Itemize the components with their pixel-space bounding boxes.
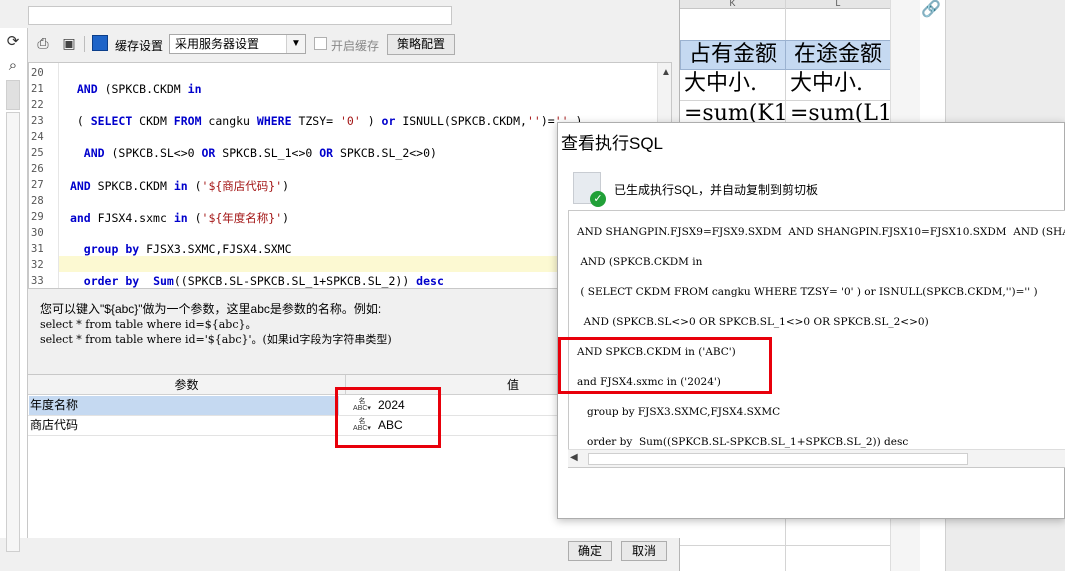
grid-line <box>680 545 890 546</box>
grid-line <box>680 100 890 101</box>
param-name: 商店代码 <box>30 418 79 432</box>
scroll-thumb[interactable] <box>6 80 20 110</box>
strategy-config-button[interactable]: 策略配置 <box>387 34 455 55</box>
parameter-hint-example-1: select * from table where id=${abc}。 <box>40 318 257 331</box>
sql-line: order by Sum((SPKCB.SL-SPKCB.SL_1+SPKCB.… <box>577 436 909 448</box>
code-line: order by Sum((SPKCB.SL-SPKCB.SL_1+SPKCB.… <box>83 274 444 288</box>
success-message: 已生成执行SQL，并自动复制到剪切板 <box>614 183 819 197</box>
refresh-icon[interactable]: ⟳ <box>2 32 24 52</box>
scroll-left-icon[interactable]: ◀ <box>570 452 578 463</box>
scroll-track[interactable] <box>6 112 20 552</box>
toolbar-separator <box>84 36 85 52</box>
line-number: 21 <box>31 83 44 95</box>
left-tool-strip: ⟳ ⌕ <box>0 28 28 552</box>
code-line: and FJSX4.sxmc in ('${年度名称}') <box>69 211 290 225</box>
sql-line: AND SHANGPIN.FJSX9=FJSX9.SXDM AND SHANGP… <box>577 226 1065 238</box>
save-icon[interactable]: ▣ <box>60 33 78 53</box>
search-icon[interactable]: ⌕ <box>2 56 24 76</box>
view-sql-dialog: 查看执行SQL ✓ 已生成执行SQL，并自动复制到剪切板 AND SHANGPI… <box>557 122 1065 519</box>
highlight-box <box>335 387 441 448</box>
link-icon[interactable]: 🔗 <box>918 0 944 22</box>
sql-line: ( SELECT CKDM FROM cangku WHERE TZSY= '0… <box>577 286 1038 298</box>
cache-mode-value: 采用服务器设置 <box>175 37 260 51</box>
sql-line: AND (SPKCB.SL<>0 OR SPKCB.SL_1<>0 OR SPK… <box>577 316 929 328</box>
line-number: 32 <box>31 259 44 271</box>
code-line: AND (SPKCB.CKDM in <box>76 82 202 96</box>
param-column-header[interactable]: 参数 <box>28 375 346 395</box>
cell-header-l[interactable]: 在途金额 <box>785 40 891 70</box>
line-number: 33 <box>31 275 44 287</box>
line-number: 31 <box>31 243 44 255</box>
line-number: 23 <box>31 115 44 127</box>
line-number: 25 <box>31 147 44 159</box>
success-icon: ✓ <box>573 172 606 207</box>
column-header-l[interactable]: L <box>786 0 890 9</box>
highlight-box <box>558 337 772 394</box>
line-number: 28 <box>31 195 44 207</box>
enable-cache-label: 开启缓存 <box>331 39 380 53</box>
param-name: 年度名称 <box>29 396 339 415</box>
parameter-hint-example-2: select * from table where id='${abc}'。(如… <box>40 333 392 346</box>
cache-settings-label: 缓存设置 <box>115 39 164 53</box>
cell-header-k[interactable]: 占有金额 <box>680 40 786 70</box>
dataset-name-input[interactable] <box>28 6 452 25</box>
code-line: ( SELECT CKDM FROM cangku WHERE TZSY= '0… <box>63 114 583 128</box>
cancel-button[interactable]: 取消 <box>621 541 667 561</box>
line-number: 30 <box>31 227 44 239</box>
dialog-title: 查看执行SQL <box>561 134 664 153</box>
cell-l2[interactable]: 大中小. <box>786 70 890 100</box>
line-number: 29 <box>31 211 44 223</box>
cache-icon[interactable] <box>92 35 108 51</box>
ok-button[interactable]: 确定 <box>568 541 612 561</box>
line-number: 27 <box>31 179 44 191</box>
enable-cache-checkbox[interactable] <box>314 37 327 50</box>
chevron-down-icon[interactable]: ▼ <box>286 35 305 53</box>
parameter-hint: 您可以键入"${abc}"做为一个参数，这里abc是参数的名称。例如: <box>40 302 382 316</box>
scroll-up-icon[interactable]: ▲ <box>661 67 671 78</box>
line-number: 26 <box>31 163 44 175</box>
line-number: 24 <box>31 131 44 143</box>
preview-icon[interactable]: ⎙ <box>34 33 52 53</box>
cache-mode-select[interactable]: 采用服务器设置 ▼ <box>169 34 306 54</box>
line-number: 20 <box>31 67 44 79</box>
cell-k2[interactable]: 大中小. <box>680 70 785 100</box>
column-header-k[interactable]: K <box>680 0 785 9</box>
sql-line: AND (SPKCB.CKDM in <box>577 256 703 268</box>
code-line: group by FJSX3.SXMC,FJSX4.SXMC <box>83 242 292 256</box>
scroll-thumb[interactable] <box>588 453 968 465</box>
code-line: AND SPKCB.CKDM in ('${商店代码}') <box>69 179 290 193</box>
line-number: 22 <box>31 99 44 111</box>
code-line: AND (SPKCB.SL<>0 OR SPKCB.SL_1<>0 OR SPK… <box>83 146 437 160</box>
sql-line: group by FJSX3.SXMC,FJSX4.SXMC <box>577 406 781 418</box>
line-number-gutter <box>29 63 59 288</box>
sql-horizontal-scrollbar[interactable]: ◀ <box>568 449 1065 467</box>
